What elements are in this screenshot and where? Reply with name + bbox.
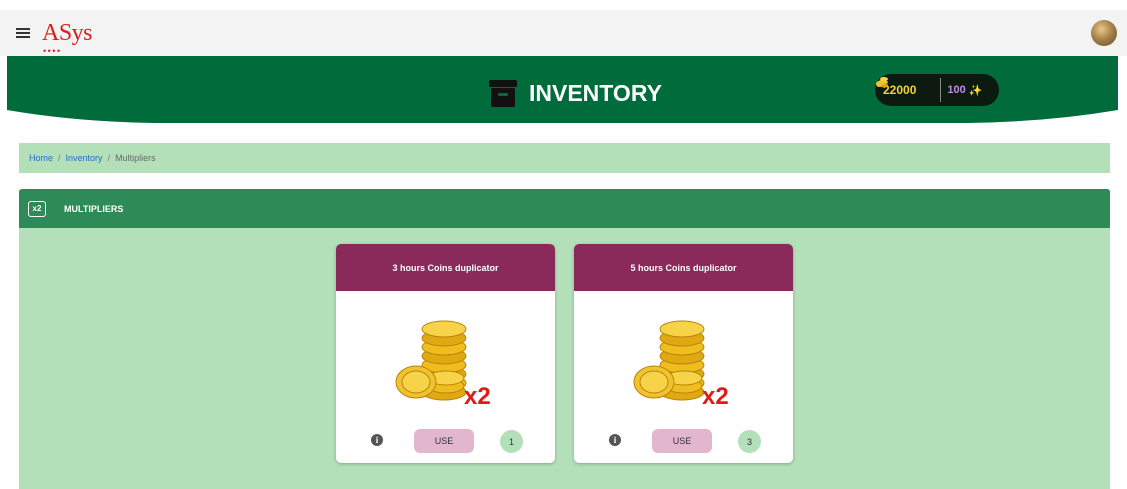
multiplier-card: 3 hours Coins duplicator x2 i USE 1 xyxy=(336,244,555,463)
quantity-badge: 1 xyxy=(500,430,523,453)
info-icon[interactable]: i xyxy=(371,434,383,446)
wallet-balance: 22000 100 ✨ xyxy=(875,74,999,106)
use-button[interactable]: USE xyxy=(414,429,474,453)
page-title: INVENTORY xyxy=(487,76,662,110)
breadcrumb: Home / Inventory / Multipliers xyxy=(19,143,1110,173)
multiplier-x2-icon: x2 xyxy=(28,200,46,217)
page-title-text: INVENTORY xyxy=(529,79,662,106)
breadcrumb-home[interactable]: Home xyxy=(29,153,53,163)
card-title: 5 hours Coins duplicator xyxy=(574,244,793,291)
breadcrumb-inventory[interactable]: Inventory xyxy=(66,153,103,163)
card-title: 3 hours Coins duplicator xyxy=(336,244,555,291)
use-button[interactable]: USE xyxy=(652,429,712,453)
archive-box-icon xyxy=(487,77,519,109)
multiplier-label: x2 xyxy=(464,383,491,410)
gems-balance: 100 xyxy=(947,84,966,96)
breadcrumb-current: Multipliers xyxy=(115,153,156,163)
gem-icon: ✨ xyxy=(968,84,983,97)
panel-header: x2 MULTIPLIERS xyxy=(19,189,1110,228)
user-avatar[interactable] xyxy=(1091,20,1117,46)
inventory-banner: INVENTORY 22000 100 ✨ xyxy=(7,56,1118,126)
top-navbar: ASys •••• xyxy=(0,10,1127,56)
multiplier-card: 5 hours Coins duplicator x2 i USE 3 xyxy=(574,244,793,463)
multiplier-label: x2 xyxy=(702,383,729,410)
coins-x2-image: x2 xyxy=(386,312,506,412)
breadcrumb-separator: / xyxy=(107,153,111,163)
breadcrumb-separator: / xyxy=(58,153,61,163)
panel-title: MULTIPLIERS xyxy=(64,203,124,214)
wallet-divider xyxy=(940,78,942,102)
coins-icon xyxy=(876,77,933,97)
logo-dots: •••• xyxy=(43,46,62,56)
coins-x2-image: x2 xyxy=(624,312,744,412)
info-icon[interactable]: i xyxy=(609,434,621,446)
multipliers-panel: x2 MULTIPLIERS 3 hours Coins duplicator xyxy=(19,189,1110,489)
quantity-badge: 3 xyxy=(738,430,761,453)
app-logo[interactable]: ASys xyxy=(42,20,93,47)
hamburger-menu-icon[interactable] xyxy=(16,28,30,38)
